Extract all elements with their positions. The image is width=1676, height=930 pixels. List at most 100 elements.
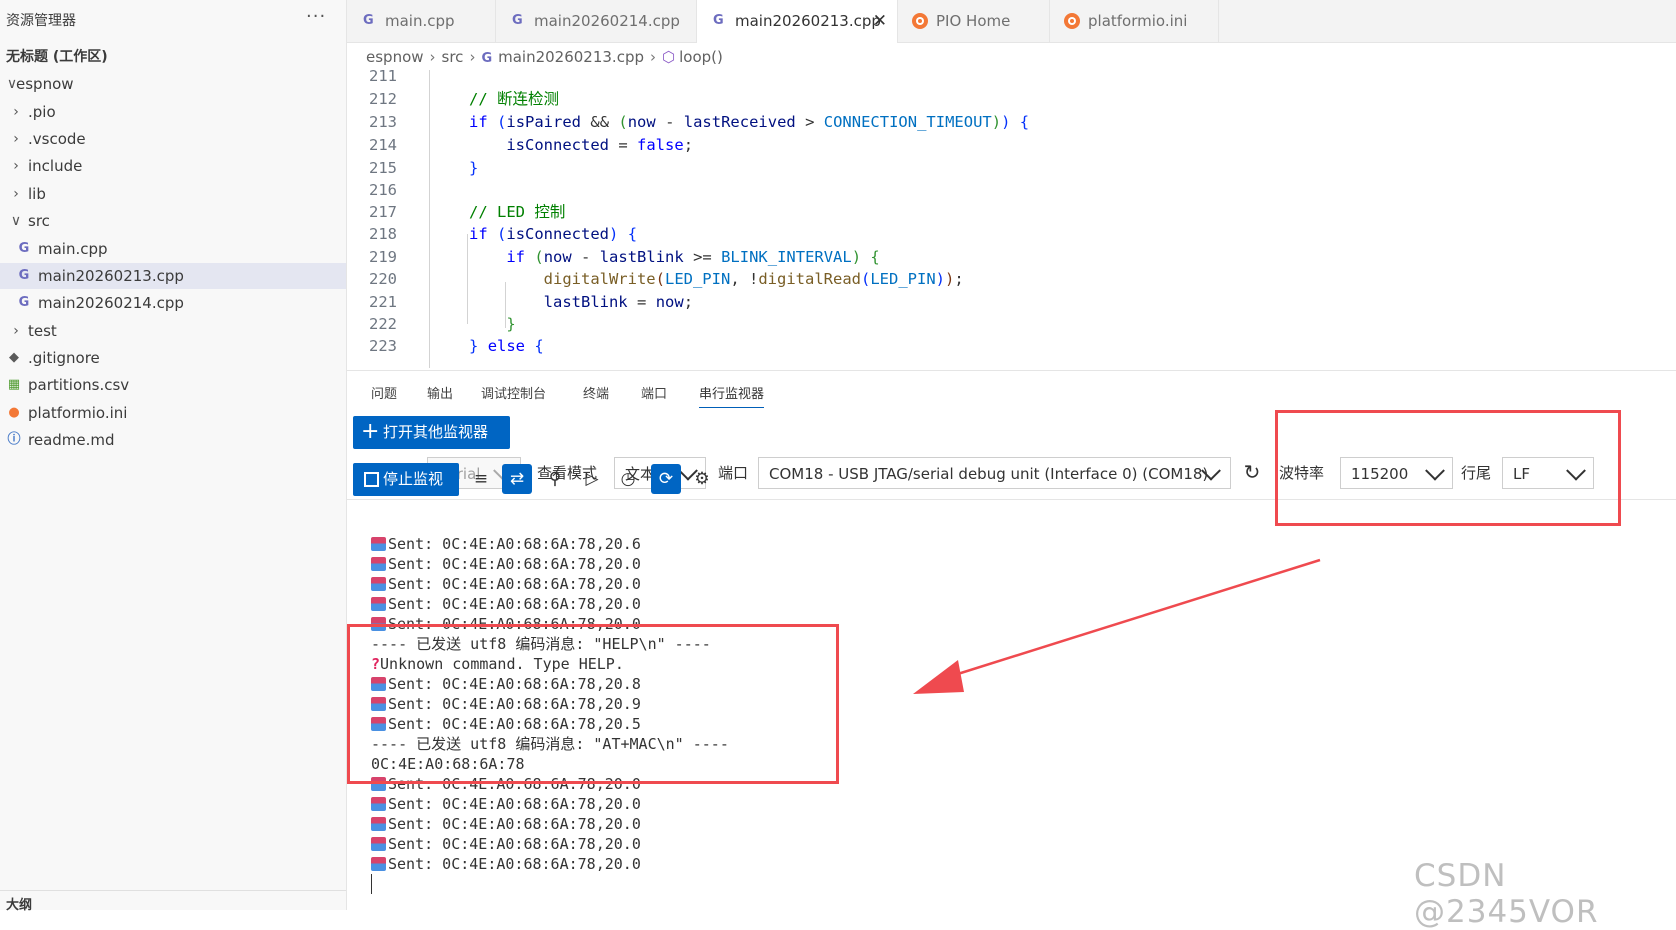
stop-monitoring-button[interactable]: 停止监视: [353, 463, 459, 496]
code-text: // LED 控制: [469, 203, 566, 221]
tree-item[interactable]: ● platformio.ini: [0, 400, 346, 426]
code-editor[interactable]: 211 212 // 断连检测 213 if (isPaired && (now -…: [347, 70, 1676, 368]
timestamp-icon[interactable]: ◷: [613, 464, 643, 494]
breadcrumb: espnow › src › Gmain20260213.cpp › ⬡ loop(): [366, 44, 723, 70]
tree-item[interactable]: › test: [0, 318, 346, 344]
indent-guide: [467, 234, 468, 324]
code-text: if (isConnected) {: [469, 225, 638, 243]
chevron-right-icon: ›: [650, 48, 656, 66]
refresh-icon[interactable]: ↻: [1237, 457, 1267, 487]
tree-item[interactable]: ∨ src: [0, 208, 346, 234]
cpp-file-icon: G: [713, 13, 724, 28]
tree-item[interactable]: ⓘ readme.md: [0, 427, 346, 453]
explorer-sidebar: 资源管理器 ··· 无标题 (工作区) ∨ espnow › .pio › .vscode…: [0, 0, 347, 913]
tree-item-label: main20260214.cpp: [38, 294, 184, 312]
output-text: Sent: 0C:4E:A0:68:6A:78,20.0: [388, 855, 641, 873]
output-line: Sent: 0C:4E:A0:68:6A:78,20.0: [371, 594, 641, 614]
tab-label: main20260214.cpp: [534, 12, 680, 30]
outbox-emoji-icon: [371, 857, 386, 871]
tree-item[interactable]: › .pio: [0, 99, 346, 125]
tree-item[interactable]: Gmain20260213.cpp: [0, 263, 346, 289]
line-number: 212: [369, 90, 397, 108]
more-actions-icon[interactable]: ···: [306, 6, 326, 27]
explorer-title: 资源管理器: [6, 13, 76, 29]
cpp-file-icon: G: [512, 13, 523, 28]
line-number: 211: [369, 70, 397, 85]
breadcrumb-item[interactable]: src: [442, 44, 464, 70]
outbox-emoji-icon: [371, 597, 386, 611]
cpp-file-icon: G: [481, 51, 493, 66]
chevron-right-icon[interactable]: ›: [8, 99, 24, 125]
open-other-monitors-button[interactable]: + 打开其他监视器: [353, 416, 510, 449]
text-cursor: [371, 874, 372, 894]
line-number: 213: [369, 113, 397, 131]
tab-label: platformio.ini: [1088, 12, 1188, 30]
tab-pio-home[interactable]: PIO Home: [898, 0, 1050, 42]
tab-debug-console[interactable]: 调试控制台: [481, 383, 546, 407]
editor-tab-bar: G main.cpp G main20260214.cpp G main2026…: [347, 0, 1676, 43]
output-text: Sent: 0C:4E:A0:68:6A:78,20.0: [388, 835, 641, 853]
breadcrumb-item[interactable]: espnow: [366, 44, 424, 70]
chevron-down-icon[interactable]: ∨: [8, 208, 24, 234]
toggle-autoscroll-icon[interactable]: ⇄: [502, 464, 532, 494]
tree-item-label: lib: [28, 185, 46, 203]
auto-reconnect-icon[interactable]: ⟳: [651, 464, 681, 494]
tab-serial-monitor[interactable]: 串行监视器: [699, 383, 765, 408]
tree-item[interactable]: ▦ partitions.csv: [0, 372, 346, 398]
line-number: 214: [369, 136, 397, 154]
tree-item[interactable]: › include: [0, 153, 346, 179]
plug-icon[interactable]: ⚲: [540, 464, 570, 494]
chevron-right-icon[interactable]: ›: [8, 181, 24, 207]
code-text: }: [506, 315, 516, 333]
code-text: } else {: [469, 337, 544, 355]
port-select[interactable]: COM18 - USB JTAG/serial debug unit (Inte…: [758, 457, 1231, 489]
indent-guide: [429, 70, 430, 368]
terminal-icon[interactable]: ▷: [577, 464, 607, 494]
tab-main-cpp[interactable]: G main.cpp: [347, 0, 496, 42]
output-line: Sent: 0C:4E:A0:68:6A:78,20.6: [371, 534, 641, 554]
csv-file-icon: ▦: [7, 377, 21, 392]
tree-item-label: main.cpp: [38, 240, 108, 258]
tree-item-label: src: [28, 212, 50, 230]
tree-item[interactable]: Gmain.cpp: [0, 236, 346, 262]
chevron-right-icon[interactable]: ›: [8, 318, 24, 344]
tab-platformio-ini[interactable]: platformio.ini: [1050, 0, 1219, 42]
output-line: Sent: 0C:4E:A0:68:6A:78,20.0: [371, 554, 641, 574]
tab-main20260214-cpp[interactable]: G main20260214.cpp: [496, 0, 697, 42]
code-text: if (isPaired && (now - lastReceived > CO…: [469, 113, 1030, 131]
word-wrap-icon[interactable]: ≡: [466, 464, 496, 494]
breadcrumb-item[interactable]: loop(): [679, 44, 723, 70]
tab-problems[interactable]: 问题: [371, 383, 397, 407]
stop-icon: [364, 472, 379, 487]
close-icon[interactable]: ✕: [873, 0, 887, 42]
chevron-right-icon[interactable]: ›: [8, 153, 24, 179]
tree-item[interactable]: ◆ .gitignore: [0, 345, 346, 371]
button-label: 打开其他监视器: [383, 423, 489, 441]
output-line: Sent: 0C:4E:A0:68:6A:78,20.0: [371, 834, 641, 854]
function-icon: ⬡: [662, 48, 676, 66]
tree-item[interactable]: ∨ espnow: [0, 71, 346, 97]
select-value: COM18 - USB JTAG/serial debug unit (Inte…: [769, 465, 1209, 483]
tab-terminal[interactable]: 终端: [583, 383, 609, 407]
breadcrumb-item[interactable]: main20260213.cpp: [498, 44, 644, 70]
line-number: 222: [369, 315, 397, 333]
line-number: 221: [369, 293, 397, 311]
line-number: 219: [369, 248, 397, 266]
tab-main20260213-cpp[interactable]: G main20260213.cpp ✕: [697, 0, 898, 43]
outline-section[interactable]: 大纲: [6, 894, 32, 913]
chevron-right-icon[interactable]: ›: [8, 126, 24, 152]
settings-gear-icon[interactable]: ⚙: [687, 464, 717, 494]
tab-ports[interactable]: 端口: [641, 383, 667, 407]
cpp-file-icon: G: [18, 268, 30, 283]
tree-item-label: platformio.ini: [28, 404, 128, 422]
tree-item[interactable]: › .vscode: [0, 126, 346, 152]
tree-item[interactable]: Gmain20260214.cpp: [0, 290, 346, 316]
line-number: 220: [369, 270, 397, 288]
platformio-icon: [1064, 13, 1080, 29]
workspace-title[interactable]: 无标题 (工作区): [6, 46, 108, 66]
output-text: Sent: 0C:4E:A0:68:6A:78,20.0: [388, 795, 641, 813]
output-line: Sent: 0C:4E:A0:68:6A:78,20.0: [371, 814, 641, 834]
tab-output[interactable]: 输出: [427, 383, 453, 407]
tab-label: PIO Home: [936, 12, 1011, 30]
tree-item[interactable]: › lib: [0, 181, 346, 207]
